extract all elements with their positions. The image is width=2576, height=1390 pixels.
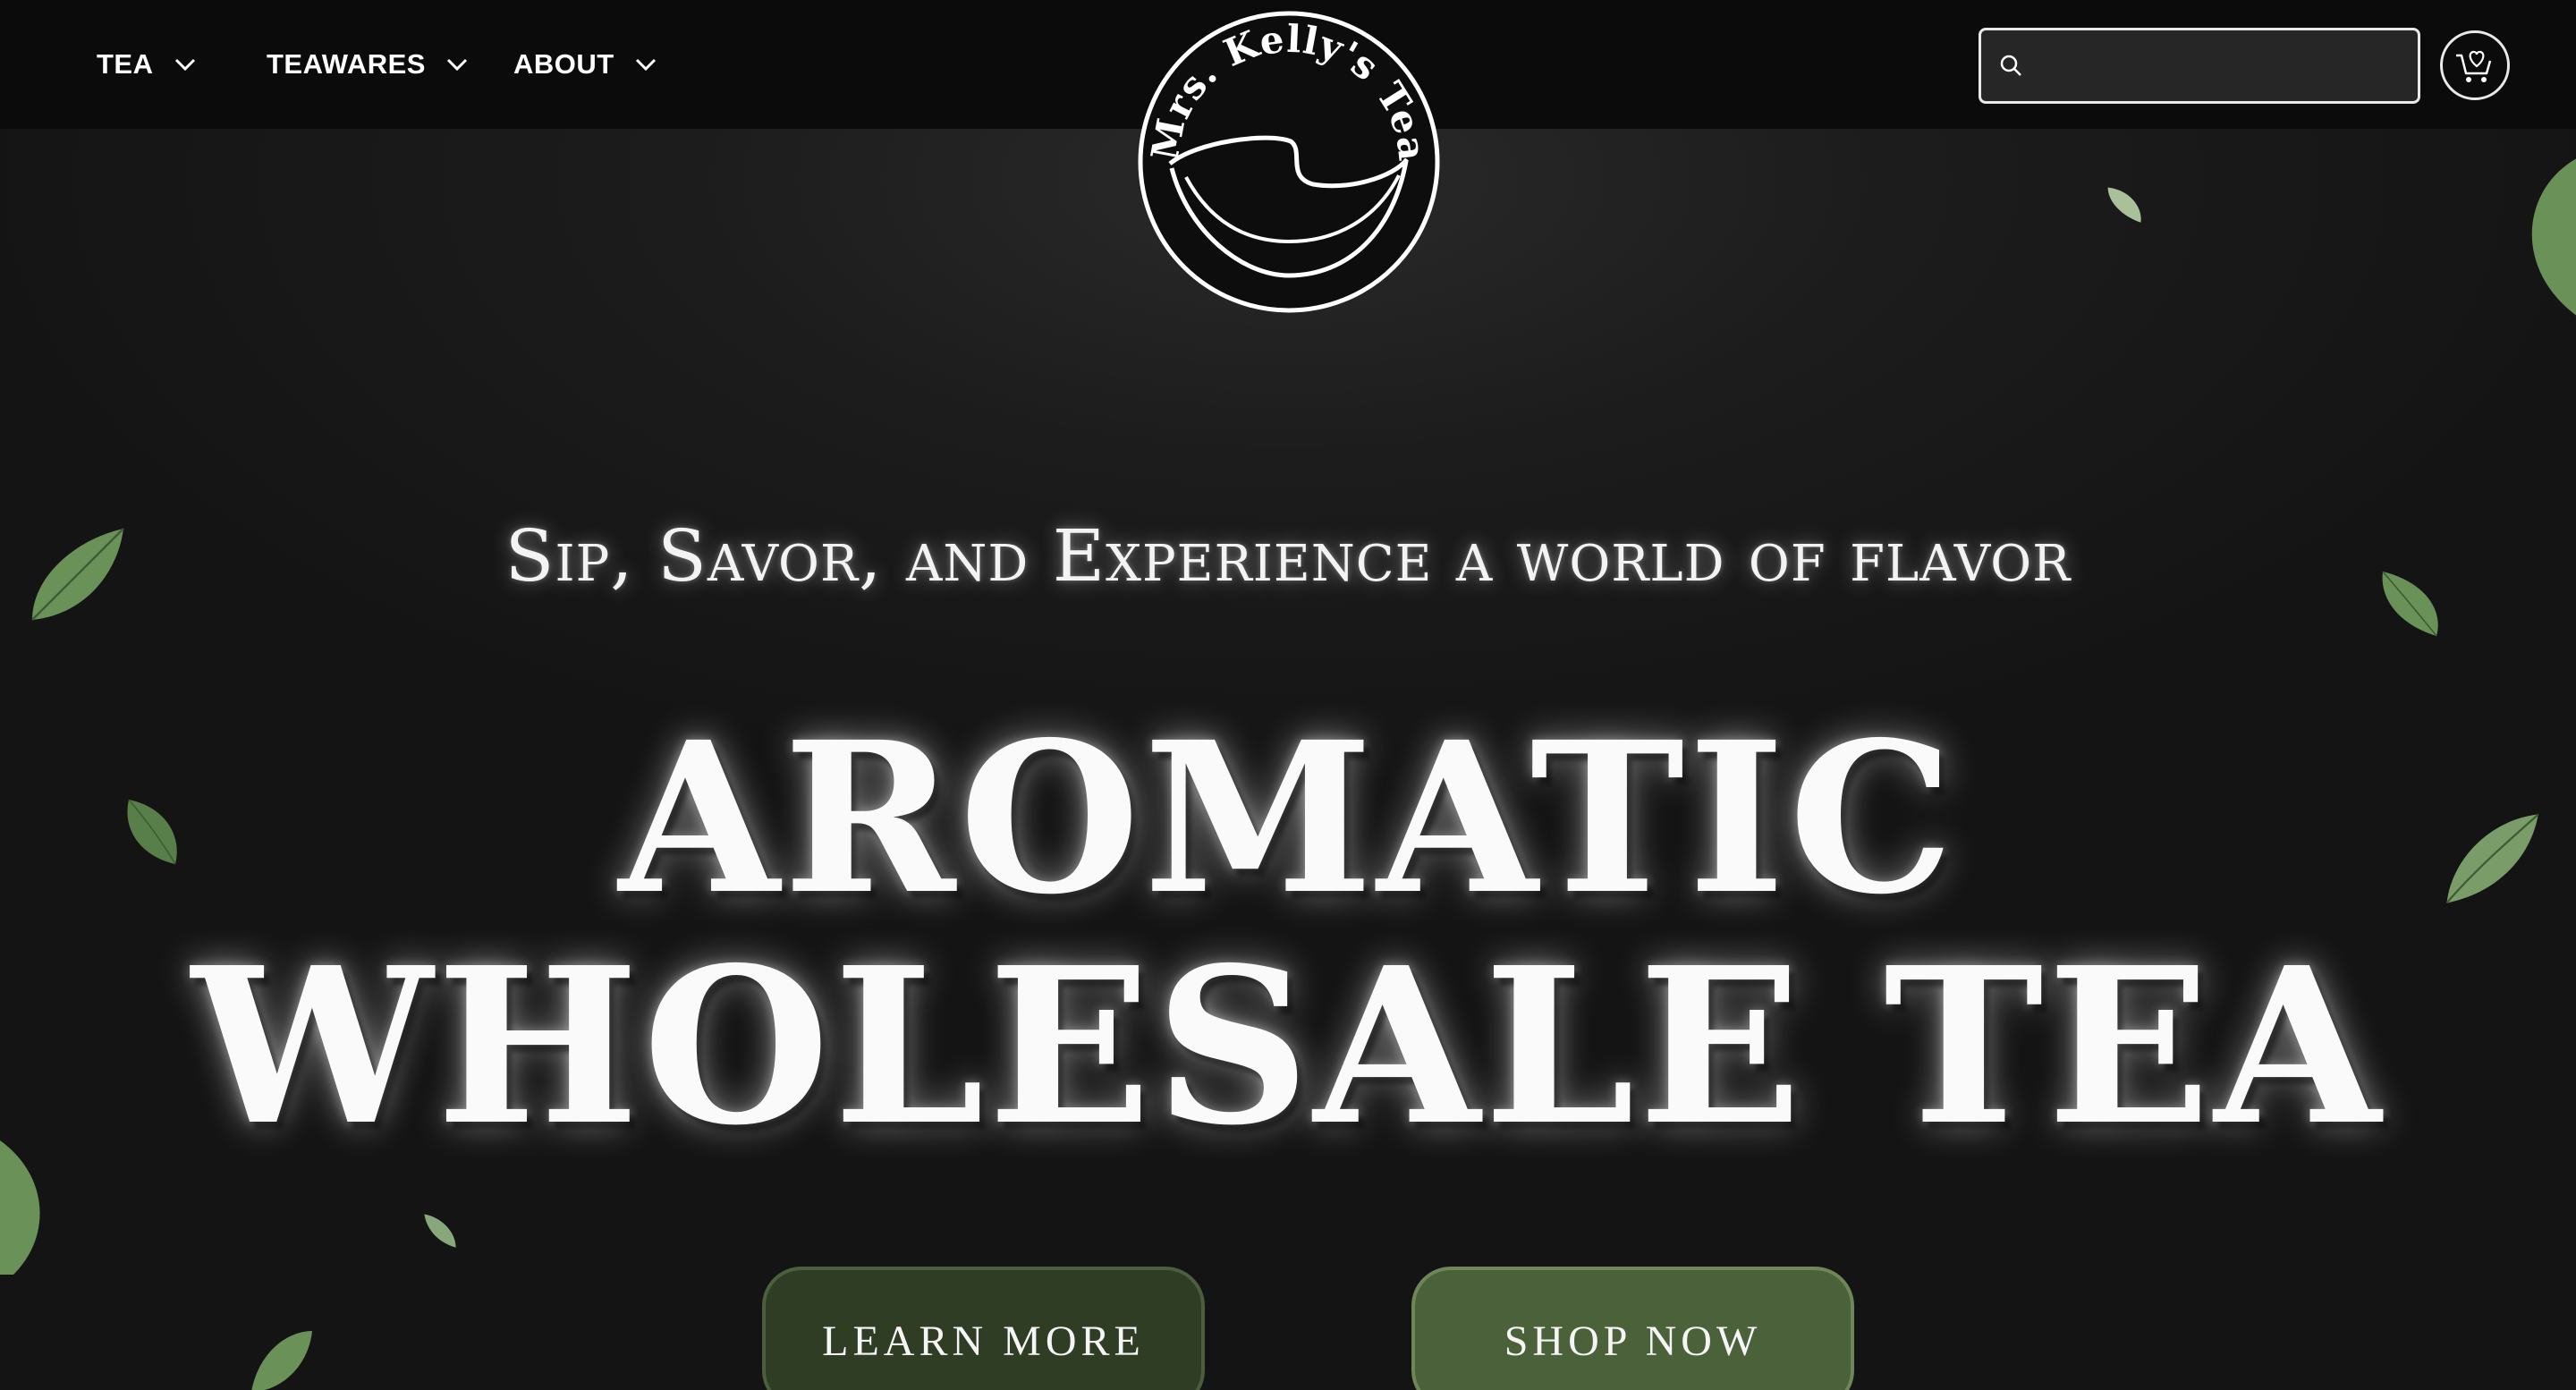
- nav-item-label: ABOUT: [513, 48, 614, 80]
- hero-headline: AROMATIC WHOLESALE TEA: [0, 696, 2576, 1173]
- shop-now-button[interactable]: SHOP NOW: [1411, 1267, 1854, 1390]
- leaf-icon: [251, 1331, 312, 1390]
- leaf-icon: [2107, 187, 2141, 223]
- chevron-down-icon: [635, 58, 656, 72]
- nav-item-tea[interactable]: TEA: [97, 0, 197, 129]
- logo-mark: Mrs. Kelly's Tea: [1138, 11, 1440, 313]
- headline-line-2: WHOLESALE TEA: [191, 920, 2385, 1173]
- search-icon: [2000, 55, 2021, 76]
- nav-item-label: TEAWARES: [267, 48, 426, 80]
- leaf-icon: [2531, 158, 2576, 316]
- headline-line-1: AROMATIC: [618, 696, 1958, 940]
- search-input[interactable]: [2024, 30, 2418, 101]
- nav-item-label: TEA: [97, 48, 154, 80]
- chevron-down-icon: [446, 58, 468, 72]
- search-box[interactable]: [1979, 28, 2420, 104]
- nav-item-about[interactable]: ABOUT: [513, 0, 657, 129]
- leaf-icon: [424, 1214, 456, 1248]
- cart-heart-icon: [2456, 50, 2492, 82]
- learn-more-button[interactable]: LEARN MORE: [762, 1267, 1205, 1390]
- cart-button[interactable]: [2440, 30, 2510, 100]
- chevron-down-icon: [174, 58, 195, 72]
- hero-tagline: Sip, Savor, and Experience a world of fl…: [504, 514, 2072, 598]
- brand-logo[interactable]: Mrs. Kelly's Tea: [1134, 7, 1444, 317]
- nav-item-teawares[interactable]: TEAWARES: [267, 0, 469, 129]
